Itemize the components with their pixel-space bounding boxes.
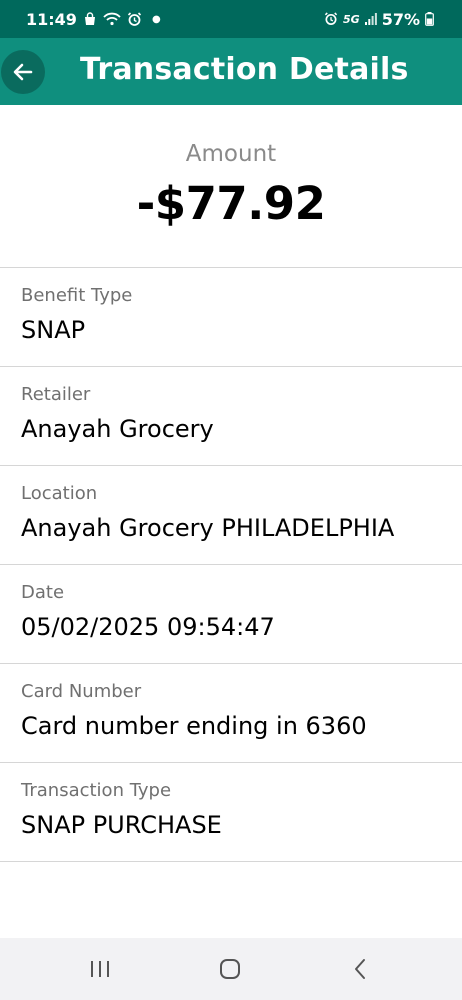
recent-apps-button[interactable]	[80, 954, 120, 984]
detail-value: Anayah Grocery	[21, 415, 214, 443]
detail-row-date: Date 05/02/2025 09:54:47	[0, 564, 462, 663]
home-icon	[220, 959, 240, 979]
amount-label: Amount	[185, 141, 277, 167]
page-title: Transaction Details	[80, 52, 409, 87]
signal-icon	[364, 13, 377, 25]
detail-label: Retailer	[21, 384, 91, 405]
app-bar: Transaction Details	[0, 38, 462, 105]
status-bar-right: 5G 57%	[324, 10, 434, 29]
detail-row-location: Location Anayah Grocery PHILADELPHIA	[0, 465, 462, 564]
detail-label: Benefit Type	[21, 285, 133, 306]
recent-apps-icon	[91, 961, 109, 977]
shopping-bag-icon	[83, 12, 97, 26]
transaction-details-screen: 11:49 ● 5G 57% Transaction Details Amoun…	[0, 0, 462, 1000]
alarm-icon	[127, 11, 142, 27]
network-type-label: 5G	[343, 12, 360, 26]
battery-icon	[425, 12, 434, 26]
status-bar: 11:49 ● 5G 57%	[0, 0, 462, 38]
back-icon	[355, 959, 365, 979]
detail-value: Card number ending in 6360	[21, 712, 367, 740]
transaction-details-list: Benefit Type SNAP Retailer Anayah Grocer…	[0, 267, 462, 862]
detail-row-card-number: Card Number Card number ending in 6360	[0, 663, 462, 762]
status-bar-left: 11:49 ●	[26, 10, 161, 29]
detail-value: SNAP	[21, 316, 86, 344]
detail-row-retailer: Retailer Anayah Grocery	[0, 366, 462, 465]
back-button[interactable]	[1, 50, 45, 94]
detail-row-transaction-type: Transaction Type SNAP PURCHASE	[0, 762, 462, 862]
home-button[interactable]	[210, 954, 250, 984]
notification-dot-icon: ●	[151, 13, 161, 25]
battery-percent: 57%	[381, 9, 420, 29]
status-time: 11:49	[26, 9, 77, 29]
arrow-left-icon	[13, 63, 33, 81]
detail-row-benefit-type: Benefit Type SNAP	[0, 267, 462, 366]
detail-label: Transaction Type	[21, 780, 172, 801]
amount-section: Amount -$77.92	[0, 105, 462, 267]
system-nav-bar	[0, 938, 462, 1000]
detail-label: Location	[21, 483, 98, 504]
detail-label: Date	[21, 582, 65, 603]
nav-back-button[interactable]	[340, 954, 380, 984]
detail-value: Anayah Grocery PHILADELPHIA	[21, 514, 395, 542]
alarm-icon	[324, 12, 338, 26]
detail-value: SNAP PURCHASE	[21, 811, 222, 839]
detail-value: 05/02/2025 09:54:47	[21, 613, 275, 641]
wifi-calling-icon	[103, 12, 121, 26]
amount-value: -$77.92	[136, 177, 326, 230]
detail-label: Card Number	[21, 681, 142, 702]
